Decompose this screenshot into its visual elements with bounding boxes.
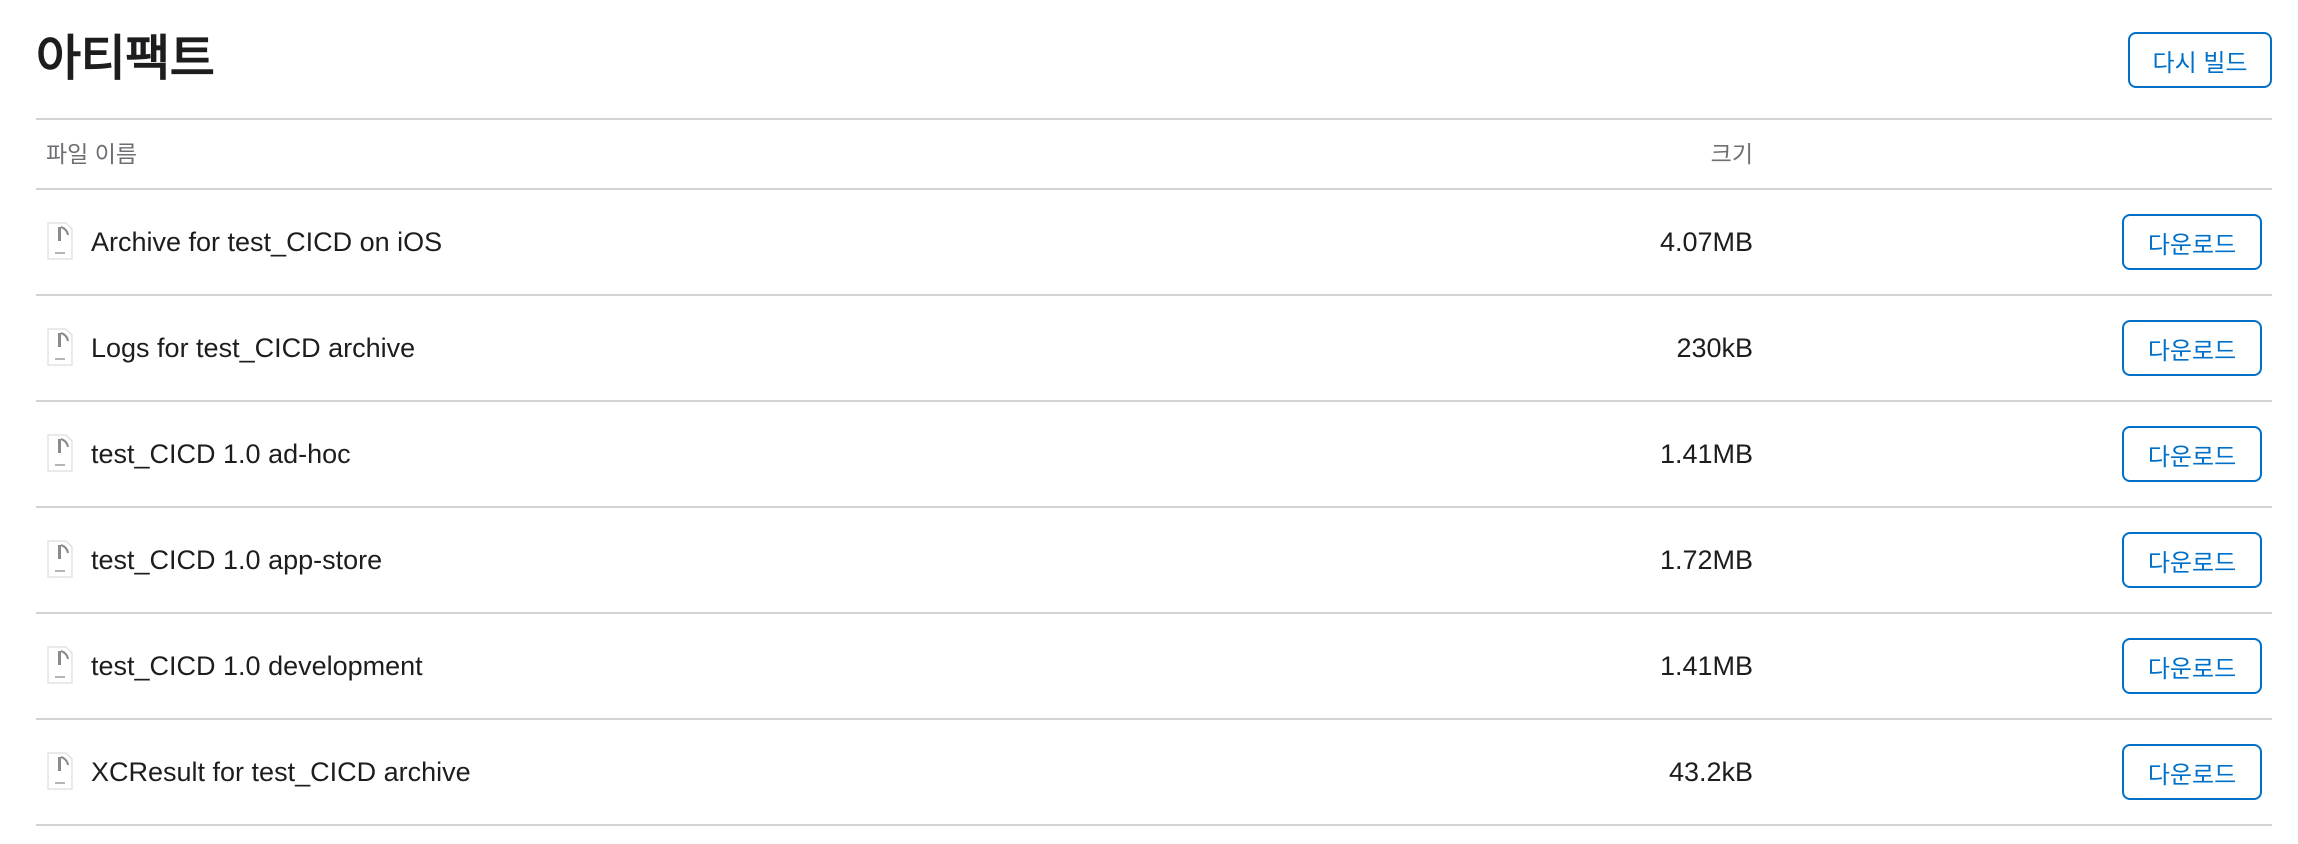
file-size: 4.07MB xyxy=(1659,227,1753,257)
document-icon xyxy=(47,646,73,684)
file-size: 43.2kB xyxy=(1668,757,1753,787)
download-button[interactable]: 다운로드 xyxy=(2122,744,2262,800)
rebuild-button[interactable]: 다시 빌드 xyxy=(2128,32,2272,88)
table-row: Logs for test_CICD archive 230kB 다운로드 xyxy=(36,296,2272,402)
table-row: Archive for test_CICD on iOS 4.07MB 다운로드 xyxy=(36,190,2272,296)
file-size: 1.41MB xyxy=(1659,439,1753,469)
column-header-file-name: 파일 이름 xyxy=(46,141,138,167)
table-row: test_CICD 1.0 ad-hoc 1.41MB 다운로드 xyxy=(36,402,2272,508)
download-button[interactable]: 다운로드 xyxy=(2122,532,2262,588)
document-icon xyxy=(47,434,73,472)
file-size: 1.72MB xyxy=(1659,545,1753,575)
download-button[interactable]: 다운로드 xyxy=(2122,320,2262,376)
file-name: test_CICD 1.0 app-store xyxy=(91,545,383,575)
table-row: test_CICD 1.0 development 1.41MB 다운로드 xyxy=(36,614,2272,720)
page-title: 아티팩트 xyxy=(36,32,215,86)
artifacts-page: 아티팩트 다시 빌드 파일 이름 크기 Archive for test_CIC… xyxy=(0,0,2298,844)
download-button[interactable]: 다운로드 xyxy=(2122,214,2262,270)
document-icon xyxy=(47,222,73,260)
document-icon xyxy=(47,540,73,578)
table-header: 파일 이름 크기 xyxy=(36,120,2272,190)
file-size: 1.41MB xyxy=(1659,651,1753,681)
download-button[interactable]: 다운로드 xyxy=(2122,638,2262,694)
page-header: 아티팩트 다시 빌드 xyxy=(36,0,2272,118)
table-row: XCResult for test_CICD archive 43.2kB 다운… xyxy=(36,720,2272,826)
file-name: test_CICD 1.0 development xyxy=(91,651,423,681)
table-row: test_CICD 1.0 app-store 1.72MB 다운로드 xyxy=(36,508,2272,614)
artifacts-table: 파일 이름 크기 Archive for test_CICD on iOS 4.… xyxy=(36,118,2272,826)
file-name: Archive for test_CICD on iOS xyxy=(91,227,443,257)
file-size: 230kB xyxy=(1676,333,1753,363)
file-name: test_CICD 1.0 ad-hoc xyxy=(91,439,351,469)
column-header-size: 크기 xyxy=(1710,141,1753,167)
file-name: Logs for test_CICD archive xyxy=(91,333,416,363)
download-button[interactable]: 다운로드 xyxy=(2122,426,2262,482)
document-icon xyxy=(47,752,73,790)
file-name: XCResult for test_CICD archive xyxy=(91,757,471,787)
document-icon xyxy=(47,328,73,366)
